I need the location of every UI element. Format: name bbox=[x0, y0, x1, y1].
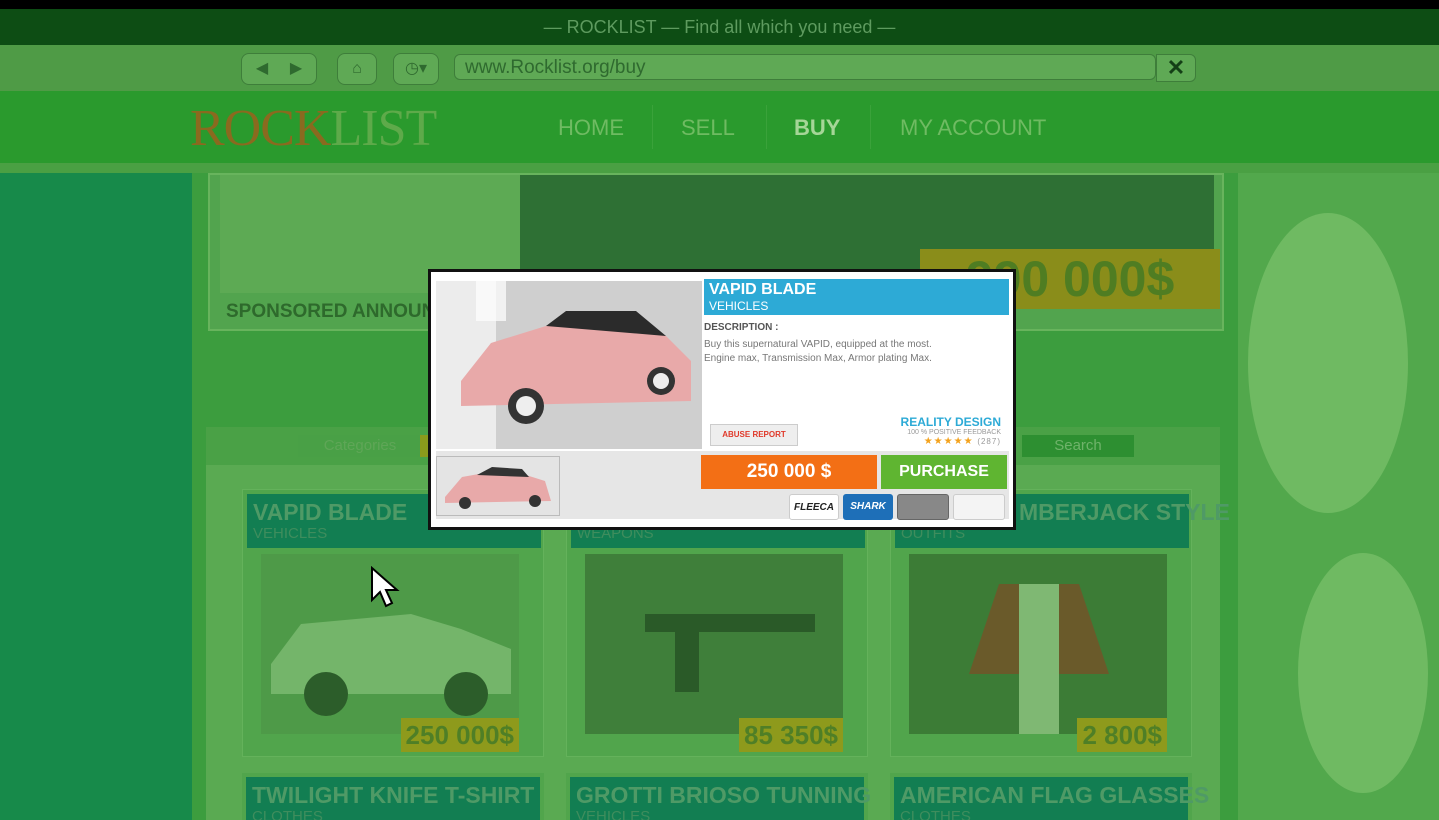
abuse-report-button[interactable]: ABUSE REPORT bbox=[710, 424, 798, 446]
header-divider bbox=[0, 163, 1439, 173]
url-close-button[interactable]: ✕ bbox=[1156, 54, 1196, 82]
listing-title: GROTTI BRIOSO TUNNING bbox=[576, 782, 872, 808]
listing-header: GROTTI BRIOSO TUNNING VEHICLES bbox=[570, 777, 871, 820]
product-title: VAPID BLADE bbox=[709, 281, 817, 298]
menu-separator bbox=[870, 105, 871, 149]
map-terrain bbox=[1298, 553, 1428, 793]
menu-separator bbox=[652, 105, 653, 149]
close-icon: ✕ bbox=[1166, 55, 1186, 80]
listing-header: TWILIGHT KNIFE T-SHIRT CLOTHES bbox=[246, 777, 540, 820]
clock-icon: ◷▾ bbox=[405, 60, 427, 77]
shark-card-logo: SHARK bbox=[843, 494, 893, 520]
description-label: DESCRIPTION : bbox=[704, 322, 779, 333]
listing-category: VEHICLES bbox=[576, 808, 651, 820]
history-button[interactable]: ◷▾ bbox=[393, 53, 439, 85]
listing-image bbox=[909, 554, 1167, 734]
logo-list: LIST bbox=[330, 100, 437, 157]
back-arrow-icon[interactable]: ◀ bbox=[245, 54, 279, 84]
bank-card-icon bbox=[953, 494, 1005, 520]
top-border bbox=[0, 0, 1439, 9]
menu-separator bbox=[766, 105, 767, 149]
outfit-silhouette bbox=[969, 584, 1109, 734]
rating-count: (287) bbox=[977, 437, 1001, 446]
shark-text: SHARK bbox=[850, 501, 886, 512]
menu-home[interactable]: HOME bbox=[558, 91, 624, 163]
search-button[interactable]: Search bbox=[1022, 435, 1134, 457]
listing-category: VEHICLES bbox=[253, 525, 328, 542]
product-category: VEHICLES bbox=[709, 299, 769, 313]
listing-card[interactable]: AMERICAN FLAG GLASSES CLOTHES bbox=[890, 773, 1209, 820]
listing-price: 2 800$ bbox=[1077, 718, 1167, 752]
url-bar[interactable]: www.Rocklist.org/buy bbox=[454, 54, 1156, 80]
listing-title: AMERICAN FLAG GLASSES bbox=[900, 782, 1210, 808]
description-line: Engine max, Transmission Max, Armor plat… bbox=[704, 353, 932, 364]
listing-category: CLOTHES bbox=[252, 808, 323, 820]
listing-title: MBERJACK STYLE bbox=[1019, 499, 1230, 525]
categories-select[interactable]: Categories bbox=[298, 435, 422, 457]
seller-name[interactable]: REALITY DESIGN bbox=[901, 415, 1001, 429]
product-price: 250 000 $ bbox=[701, 455, 877, 489]
back-forward-group: ◀ ▶ bbox=[241, 53, 317, 85]
site-header: ROCKLIST HOME SELL BUY MY ACCOUNT bbox=[0, 91, 1439, 163]
pink-car-image bbox=[436, 281, 702, 449]
product-modal: VAPID BLADE VEHICLES DESCRIPTION : Buy t… bbox=[428, 269, 1016, 530]
url-text: www.Rocklist.org/buy bbox=[465, 57, 646, 78]
listing-price: 85 350$ bbox=[739, 718, 843, 752]
game-screen: — ROCKLIST — Find all which you need — ◀… bbox=[0, 0, 1439, 820]
rocklist-logo[interactable]: ROCKLIST bbox=[190, 99, 437, 158]
listing-image bbox=[585, 554, 843, 734]
forward-arrow-icon[interactable]: ▶ bbox=[279, 54, 313, 84]
product-main-image bbox=[436, 281, 702, 449]
listing-category: CLOTHES bbox=[900, 808, 971, 820]
fleeca-text: FLEECA bbox=[794, 502, 834, 513]
menu-sell[interactable]: SELL bbox=[681, 91, 735, 163]
sponsored-label: SPONSORED ANNOUN bbox=[226, 301, 436, 322]
product-header: VAPID BLADE VEHICLES bbox=[704, 279, 1009, 315]
star-icons: ★★★★★ bbox=[923, 436, 974, 447]
left-background bbox=[0, 173, 192, 820]
platinum-card-icon bbox=[897, 494, 949, 520]
mouse-cursor-icon bbox=[371, 566, 400, 608]
browser-nav-bar: ◀ ▶ ⌂ ◷▾ www.Rocklist.org/buy ✕ bbox=[0, 45, 1439, 91]
listing-title: VAPID BLADE bbox=[253, 499, 408, 525]
listing-header: AMERICAN FLAG GLASSES CLOTHES bbox=[894, 777, 1209, 820]
map-terrain bbox=[1248, 213, 1408, 513]
purchase-button[interactable]: PURCHASE bbox=[881, 455, 1007, 489]
menu-buy[interactable]: BUY bbox=[794, 91, 840, 163]
product-thumbnail[interactable] bbox=[436, 456, 560, 516]
description-line: Buy this supernatural VAPID, equipped at… bbox=[704, 339, 932, 350]
listing-price: 250 000$ bbox=[400, 718, 519, 752]
logo-rock: ROCK bbox=[190, 100, 331, 157]
home-icon: ⌂ bbox=[352, 60, 362, 77]
description-text: Buy this supernatural VAPID, equipped at… bbox=[704, 338, 1004, 366]
seller-feedback: 100 % POSITIVE FEEDBACK bbox=[907, 429, 1001, 436]
rating-stars: ★★★★★ (287) bbox=[901, 436, 1001, 447]
pink-car-thumbnail bbox=[437, 457, 559, 515]
listing-card[interactable]: TWILIGHT KNIFE T-SHIRT CLOTHES bbox=[242, 773, 544, 820]
weapon-silhouette bbox=[645, 614, 815, 692]
browser-title-bar: — ROCKLIST — Find all which you need — bbox=[0, 9, 1439, 45]
listing-card[interactable]: GROTTI BRIOSO TUNNING VEHICLES bbox=[566, 773, 871, 820]
listing-title: TWILIGHT KNIFE T-SHIRT bbox=[252, 782, 535, 808]
map-background bbox=[1238, 173, 1439, 820]
browser-title: — ROCKLIST — Find all which you need — bbox=[543, 17, 896, 37]
home-button[interactable]: ⌂ bbox=[337, 53, 377, 85]
seller-info: REALITY DESIGN 100 % POSITIVE FEEDBACK ★… bbox=[901, 415, 1001, 447]
menu-my-account[interactable]: MY ACCOUNT bbox=[900, 91, 1046, 163]
fleeca-logo: FLEECA bbox=[789, 494, 839, 520]
